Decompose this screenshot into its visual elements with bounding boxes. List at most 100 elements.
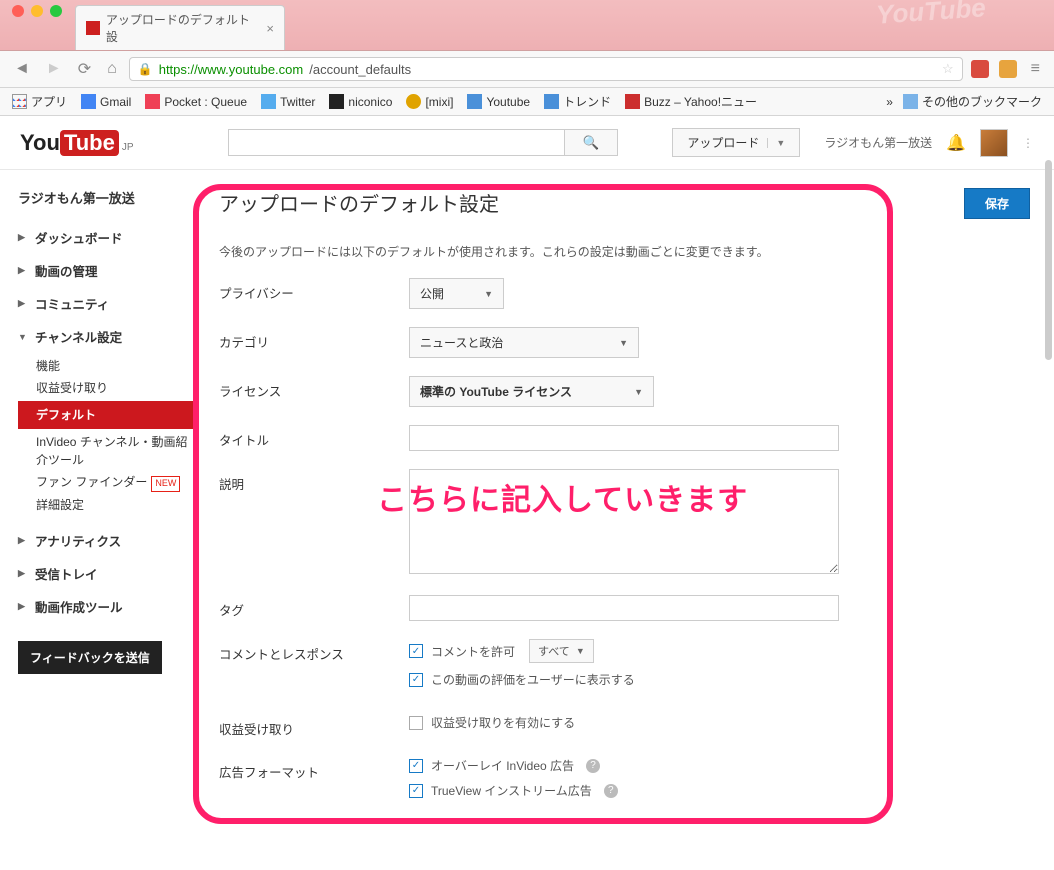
category-label: カテゴリ (219, 327, 409, 351)
sidebar-item-community[interactable]: ▶コミュニティ (18, 287, 195, 320)
privacy-select[interactable]: 公開▼ (409, 278, 504, 309)
overlay-ad-checkbox[interactable]: ✓ (409, 759, 423, 773)
window-minimize[interactable] (31, 5, 43, 17)
allow-comments-checkbox[interactable]: ✓ (409, 644, 423, 658)
new-badge: NEW (151, 476, 180, 492)
chevron-down-icon: ▼ (576, 646, 585, 656)
bookmark-more[interactable]: » (886, 95, 893, 109)
category-select[interactable]: ニュースと政治▼ (409, 327, 639, 358)
search-button[interactable]: 🔍 (565, 129, 619, 156)
adformat-label: 広告フォーマット (219, 757, 409, 781)
star-icon[interactable]: ☆ (942, 61, 954, 77)
monetize-text: 収益受け取りを有効にする (431, 714, 575, 731)
youtube-logo[interactable]: YouTubeJP (20, 130, 134, 156)
search-input[interactable] (228, 129, 565, 156)
url-path: /account_defaults (309, 62, 411, 77)
niconico-icon (329, 94, 344, 109)
sidebar-item-video-manager[interactable]: ▶動画の管理 (18, 254, 195, 287)
sidebar-sub-defaults[interactable]: デフォルト (18, 401, 195, 429)
chevron-down-icon: ▼ (634, 387, 643, 397)
reload-icon[interactable]: ⟳ (74, 59, 95, 79)
search-icon: 🔍 (583, 135, 600, 150)
forward-icon[interactable]: ► (42, 60, 66, 78)
bookmark-other[interactable]: その他のブックマーク (903, 93, 1042, 110)
trueview-ad-text: TrueView インストリーム広告 (431, 782, 592, 799)
allow-comments-text: コメントを許可 (431, 643, 515, 660)
chevron-down-icon[interactable]: ▼ (767, 138, 785, 148)
home-icon[interactable]: ⌂ (103, 60, 121, 78)
title-input[interactable] (409, 425, 839, 451)
caret-right-icon: ▶ (18, 265, 27, 276)
license-label: ライセンス (219, 376, 409, 400)
caret-right-icon: ▶ (18, 232, 27, 243)
back-icon[interactable]: ◄ (10, 60, 34, 78)
extension-icon[interactable] (999, 60, 1017, 78)
caret-right-icon: ▶ (18, 535, 27, 546)
bookmark-gmail[interactable]: Gmail (81, 94, 131, 109)
bookmark-mixi[interactable]: [mixi] (406, 94, 453, 109)
sidebar-item-inbox[interactable]: ▶受信トレイ (18, 557, 195, 590)
page-menu-icon[interactable]: ⋮ (1022, 136, 1034, 150)
sidebar-sub-invideo[interactable]: InVideo チャンネル・動画紹介ツール (18, 433, 195, 469)
sidebar-sub-fanfinder[interactable]: ファン ファインダーNEW (18, 473, 195, 492)
menu-icon[interactable]: ≡ (1027, 60, 1044, 78)
sidebar-item-video-tools[interactable]: ▶動画作成ツール (18, 590, 195, 623)
description-textarea[interactable] (409, 469, 839, 574)
logo-region: JP (122, 142, 134, 153)
username-label[interactable]: ラジオもん第一放送 (824, 134, 932, 151)
folder-icon (467, 94, 482, 109)
pocket-icon (145, 94, 160, 109)
window-close[interactable] (12, 5, 24, 17)
caret-right-icon: ▶ (18, 568, 27, 579)
tab-title: アップロードのデフォルト設 (106, 11, 261, 45)
upload-button[interactable]: アップロード ▼ (672, 128, 800, 157)
url-origin: https://www.youtube.com (159, 62, 304, 77)
show-ratings-text: この動画の評価をユーザーに表示する (431, 671, 635, 688)
tags-input[interactable] (409, 595, 839, 621)
yahoo-icon (625, 94, 640, 109)
logo-tube: Tube (60, 130, 119, 156)
google-icon (81, 94, 96, 109)
bell-icon[interactable]: 🔔 (946, 133, 966, 153)
window-maximize[interactable] (50, 5, 62, 17)
license-select[interactable]: 標準の YouTube ライセンス▼ (409, 376, 654, 407)
sidebar-sub-features[interactable]: 機能 (18, 357, 195, 375)
sidebar-channel-title[interactable]: ラジオもん第一放送 (18, 188, 195, 207)
chevron-down-icon: ▼ (484, 289, 493, 299)
bookmark-niconico[interactable]: niconico (329, 94, 392, 109)
sidebar: ラジオもん第一放送 ▶ダッシュボード ▶動画の管理 ▶コミュニティ ▼チャンネル… (0, 170, 195, 870)
caret-right-icon: ▶ (18, 601, 27, 612)
save-button[interactable]: 保存 (964, 188, 1030, 219)
show-ratings-checkbox[interactable]: ✓ (409, 673, 423, 687)
bookmark-pocket[interactable]: Pocket : Queue (145, 94, 247, 109)
feedback-button[interactable]: フィードバックを送信 (18, 641, 162, 674)
scrollbar[interactable] (1045, 160, 1052, 360)
address-bar[interactable]: 🔒 https://www.youtube.com/account_defaul… (129, 57, 963, 81)
extension-icon[interactable] (971, 60, 989, 78)
bookmark-trend[interactable]: トレンド (544, 93, 611, 110)
tab-close-icon[interactable]: × (266, 21, 274, 36)
sidebar-item-channel-settings[interactable]: ▼チャンネル設定 (18, 320, 195, 353)
bookmark-twitter[interactable]: Twitter (261, 94, 315, 109)
browser-tab[interactable]: アップロードのデフォルト設 × (75, 5, 285, 50)
page-title: アップロードのデフォルト設定 (219, 188, 499, 217)
comments-filter-select[interactable]: すべて▼ (529, 639, 594, 663)
bookmark-youtube[interactable]: Youtube (467, 94, 530, 109)
help-icon[interactable]: ? (586, 759, 600, 773)
chevron-down-icon: ▼ (619, 338, 628, 348)
twitter-icon (261, 94, 276, 109)
sidebar-sub-advanced[interactable]: 詳細設定 (18, 496, 195, 514)
avatar[interactable] (980, 129, 1008, 157)
trueview-ad-checkbox[interactable]: ✓ (409, 784, 423, 798)
bookmark-buzz[interactable]: Buzz – Yahoo!ニュー (625, 93, 757, 110)
bookmark-apps[interactable]: アプリ (12, 93, 67, 110)
sidebar-sub-monetization[interactable]: 収益受け取り (18, 379, 195, 397)
help-icon[interactable]: ? (604, 784, 618, 798)
caret-down-icon: ▼ (18, 332, 27, 342)
caret-right-icon: ▶ (18, 298, 27, 309)
privacy-label: プライバシー (219, 278, 409, 302)
sidebar-item-dashboard[interactable]: ▶ダッシュボード (18, 221, 195, 254)
tab-favicon (86, 21, 100, 35)
sidebar-item-analytics[interactable]: ▶アナリティクス (18, 524, 195, 557)
monetize-checkbox[interactable]: ✓ (409, 716, 423, 730)
